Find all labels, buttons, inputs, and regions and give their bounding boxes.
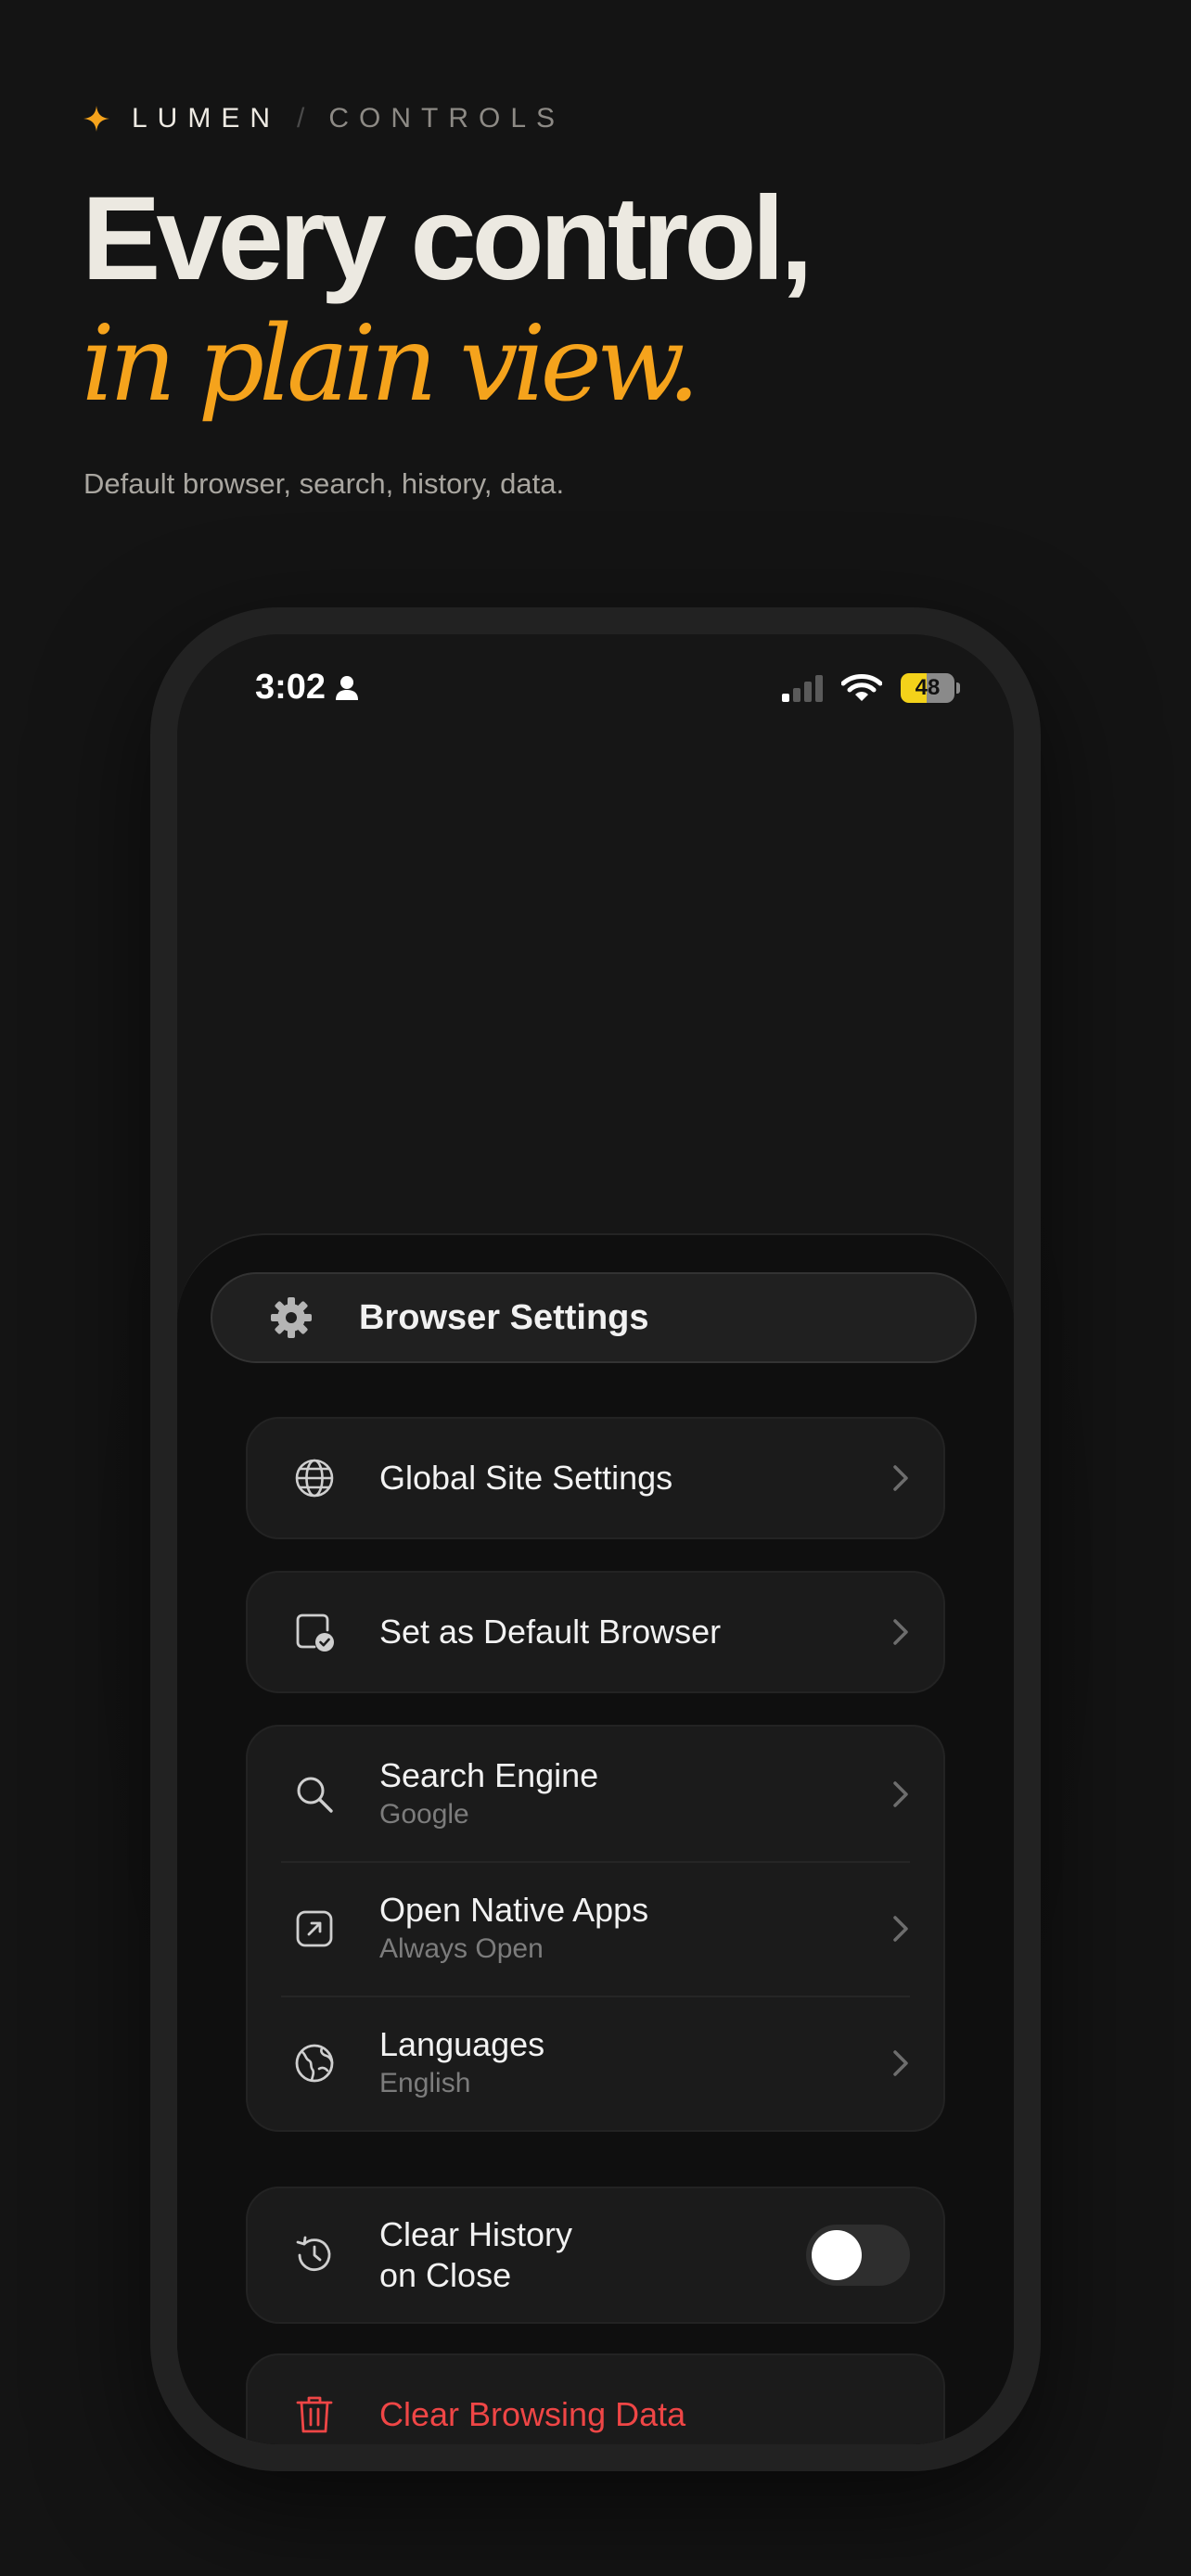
trash-icon [296,2396,333,2433]
default-browser-text: Set as Default Browser [379,1612,721,1652]
clear-history-row: Clear History on Close [248,2188,943,2322]
default-browser-label: Set as Default Browser [379,1613,722,1651]
chevron-right-icon [893,1619,908,1645]
search-icon [297,1777,333,1813]
clear-history-text: Clear History on Close [379,2214,572,2296]
phone-screen: 3:02 48 Browser Settings Global Site Set… [177,634,1014,2444]
brand-row: LUMEN / CONTROLS [83,100,565,137]
preferences-group-card: Search Engine Google Open Native Apps Al… [246,1725,945,2132]
headline: Every control, [82,172,813,305]
chevron-right-icon [893,1915,908,1942]
sparkle-icon [83,106,109,132]
global-site-settings-card: Global Site Settings [246,1417,945,1539]
toggle-knob [812,2230,862,2280]
search-engine-row[interactable]: Search Engine Google [248,1727,943,1861]
headline-accent: in plain view. [82,304,700,425]
brand-section: CONTROLS [328,103,566,134]
battery-level: 48 [901,673,954,703]
language-globe-icon [295,2044,334,2082]
clear-history-toggle[interactable] [806,2225,910,2286]
languages-value: English [379,2067,471,2098]
clear-history-card: Clear History on Close [246,2187,945,2324]
globe-icon [295,1459,334,1498]
search-engine-label: Search Engine [379,1755,599,1794]
open-native-apps-row[interactable]: Open Native Apps Always Open [248,1861,943,1996]
status-bar-time: 3:02 [255,668,359,708]
browser-settings-header[interactable]: Browser Settings [211,1272,977,1363]
search-engine-value: Google [379,1798,469,1830]
global-site-settings-row[interactable]: Global Site Settings [248,1419,943,1537]
battery-icon: 48 [901,673,960,703]
chevron-right-icon [893,1780,908,1807]
global-site-settings-text: Global Site Settings [379,1458,672,1498]
settings-sheet: Browser Settings Global Site Settings Se… [177,1233,1014,2444]
open-native-apps-label: Open Native Apps [379,1890,649,1929]
clear-browsing-data-card: Clear Browsing Data [246,2353,945,2444]
clear-history-label-line1: Clear History [379,2215,573,2253]
person-icon [336,675,359,700]
default-browser-card: Set as Default Browser [246,1571,945,1693]
history-icon [296,2236,331,2271]
subheadline: Default browser, search, history, data. [83,467,565,500]
chevron-right-icon [893,2049,908,2076]
gear-icon [271,1297,312,1338]
languages-label: Languages [379,2024,545,2063]
open-native-apps-value: Always Open [379,1932,544,1964]
external-link-icon [296,1910,333,1946]
status-time-text: 3:02 [255,668,327,707]
status-bar-indicators: 48 [782,673,960,703]
clear-browsing-data-row[interactable]: Clear Browsing Data [248,2355,943,2444]
search-engine-text: Search Engine Google [379,1755,598,1833]
default-browser-row[interactable]: Set as Default Browser [248,1573,943,1691]
clear-history-label-line2: on Close [379,2256,512,2294]
clear-browsing-data-text: Clear Browsing Data [379,2394,685,2435]
wifi-icon [841,674,882,701]
chevron-right-icon [893,1465,908,1491]
languages-row[interactable]: Languages English [248,1996,943,2130]
open-native-apps-text: Open Native Apps Always Open [379,1890,648,1968]
brand-name: LUMEN [132,103,281,134]
signal-icon [782,675,823,702]
global-site-settings-label: Global Site Settings [379,1459,673,1497]
brand-separator: / [297,103,305,134]
battery-cap [956,682,960,694]
languages-text: Languages English [379,2024,544,2102]
clear-browsing-data-label: Clear Browsing Data [379,2395,686,2433]
default-browser-icon [296,1613,334,1651]
sheet-title: Browser Settings [359,1297,649,1337]
